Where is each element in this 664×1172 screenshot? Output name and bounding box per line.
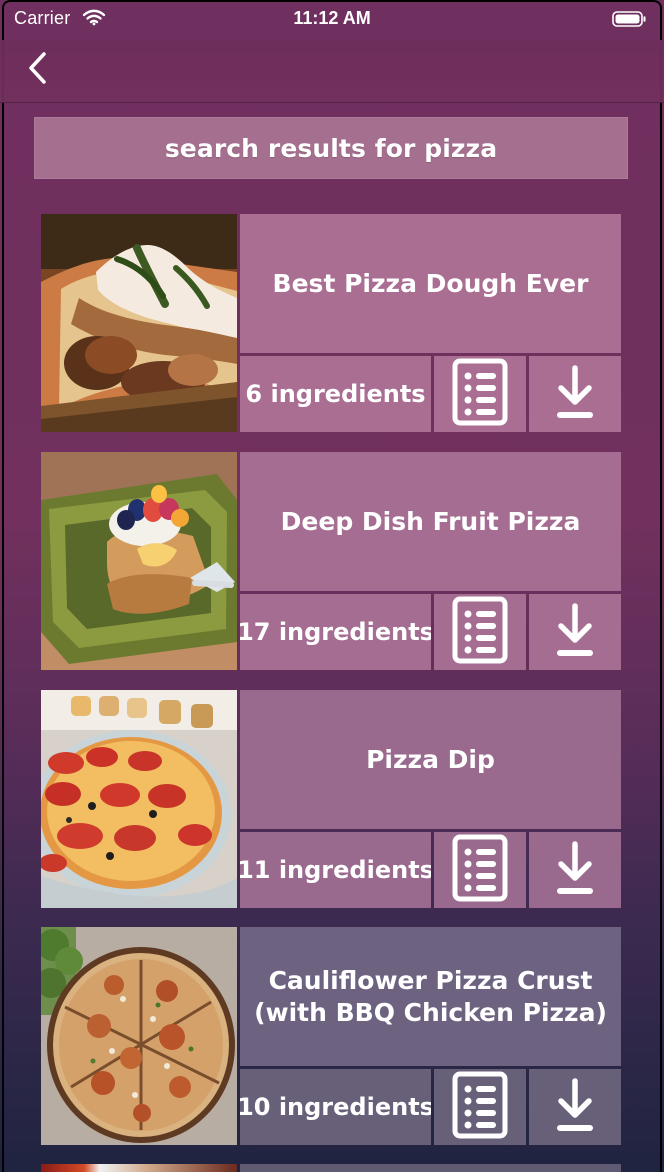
recipe-title-partial[interactable] (240, 1164, 621, 1172)
recipe-title[interactable]: Deep Dish Fruit Pizza (240, 452, 621, 591)
next-recipe-card-partial[interactable] (41, 1164, 621, 1172)
download-button[interactable] (529, 594, 621, 670)
list-icon (452, 596, 508, 668)
list-icon (452, 358, 508, 430)
recipe-card[interactable]: Pizza Dip 11 ingredients (41, 690, 621, 908)
recipe-title[interactable]: Cauliflower Pizza Crust (with BBQ Chicke… (240, 927, 621, 1066)
ingredient-count: 6 ingredients (240, 356, 431, 432)
ingredient-list-button[interactable] (434, 356, 526, 432)
ingredient-list-button[interactable] (434, 1069, 526, 1145)
recipe-image[interactable] (41, 927, 237, 1145)
recipe-list: Best Pizza Dough Ever 6 ingredients Deep… (0, 0, 664, 1172)
recipe-image[interactable] (41, 452, 237, 670)
ingredient-count: 10 ingredients (240, 1069, 431, 1145)
recipe-image[interactable] (41, 690, 237, 908)
ingredient-count: 17 ingredients (240, 594, 431, 670)
recipe-title[interactable]: Best Pizza Dough Ever (240, 214, 621, 353)
recipe-card[interactable]: Deep Dish Fruit Pizza 17 ingredients (41, 452, 621, 670)
recipe-image[interactable] (41, 1164, 237, 1172)
download-icon (555, 602, 595, 662)
recipe-title[interactable]: Pizza Dip (240, 690, 621, 829)
recipe-card[interactable]: Cauliflower Pizza Crust (with BBQ Chicke… (41, 927, 621, 1145)
list-icon (452, 1071, 508, 1143)
download-icon (555, 840, 595, 900)
download-button[interactable] (529, 832, 621, 908)
download-button[interactable] (529, 356, 621, 432)
list-icon (452, 834, 508, 906)
ingredient-list-button[interactable] (434, 594, 526, 670)
download-button[interactable] (529, 1069, 621, 1145)
recipe-card[interactable]: Best Pizza Dough Ever 6 ingredients (41, 214, 621, 432)
download-icon (555, 364, 595, 424)
download-icon (555, 1077, 595, 1137)
ingredient-list-button[interactable] (434, 832, 526, 908)
recipe-image[interactable] (41, 214, 237, 432)
ingredient-count: 11 ingredients (240, 832, 431, 908)
